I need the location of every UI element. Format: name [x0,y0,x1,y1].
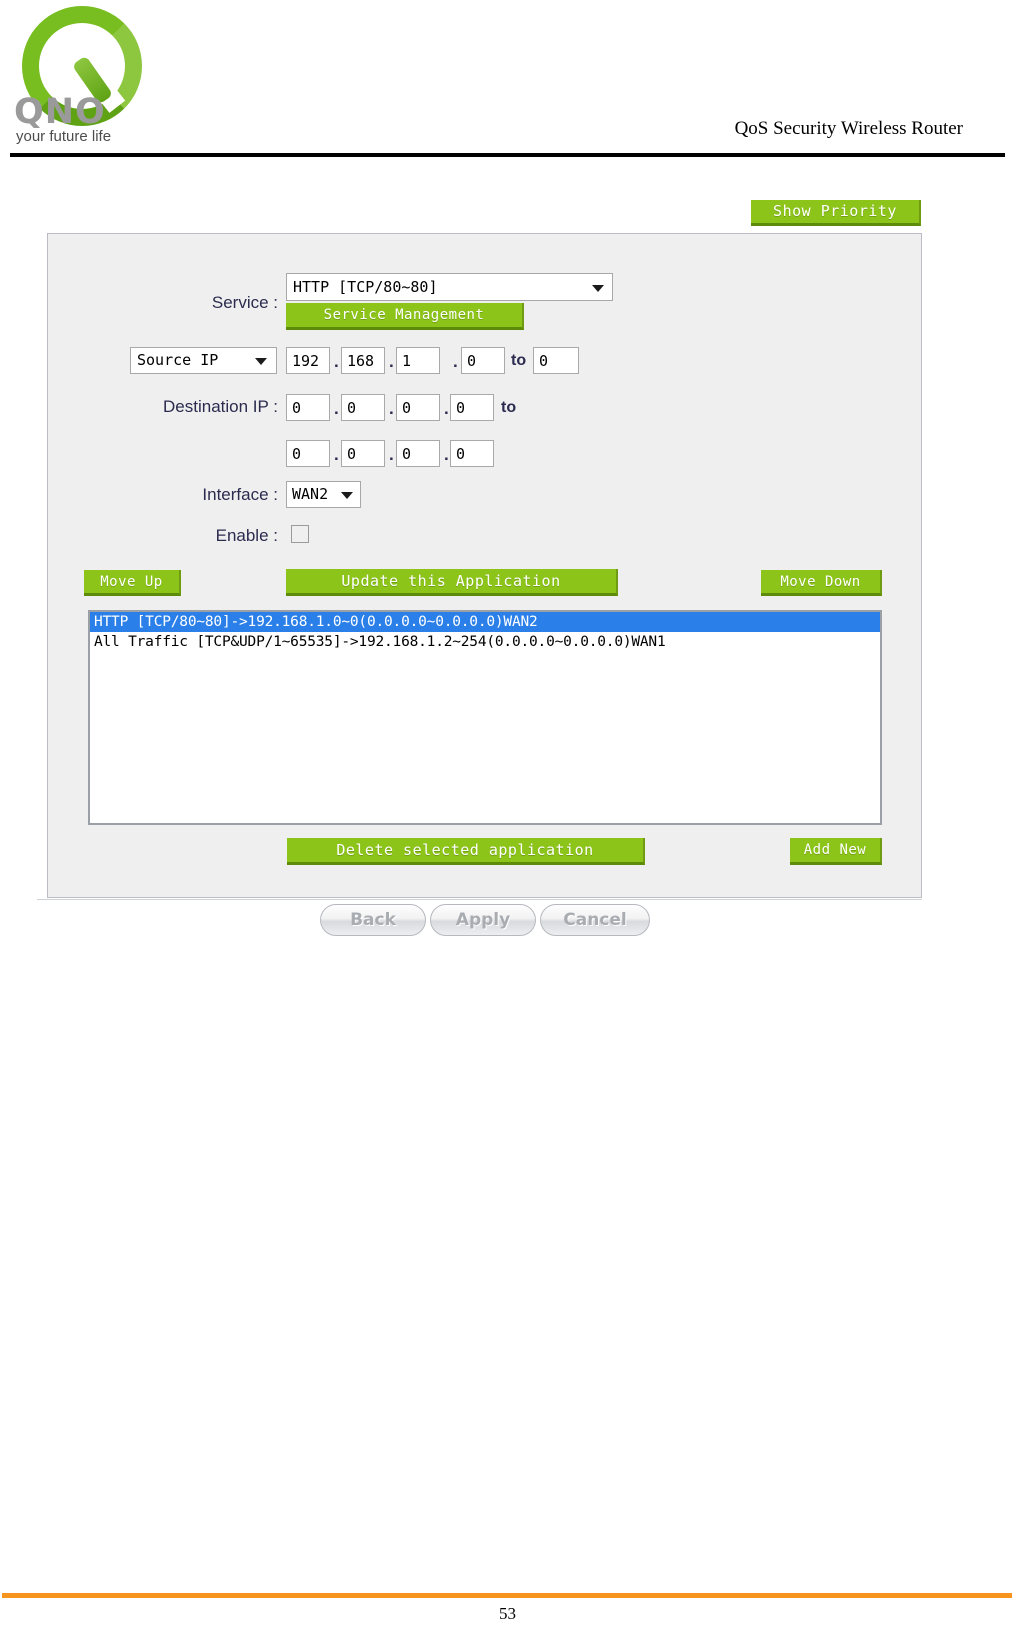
move-down-button[interactable]: Move Down [761,570,882,596]
cancel-button[interactable]: Cancel [540,904,650,936]
source-ip-type-select[interactable]: Source IP [130,347,277,374]
destination-ip-end-octet-4[interactable] [450,440,494,467]
footer-divider [2,1593,1012,1598]
source-ip-octet-3[interactable] [396,347,440,374]
application-rule-list[interactable]: HTTP [TCP/80~80]->192.168.1.0~0(0.0.0.0~… [88,610,882,825]
ip-separator: . [453,352,458,371]
ip-separator: . [334,352,339,371]
add-new-button[interactable]: Add New [790,838,882,865]
destination-ip-end-octet-3[interactable] [396,440,440,467]
update-application-button[interactable]: Update this Application [286,569,618,596]
chevron-down-icon [341,492,353,499]
source-ip-octet-2[interactable] [341,347,385,374]
source-ip-to-label: to [511,352,527,369]
chevron-down-icon [255,358,267,365]
ip-separator: . [444,445,449,464]
ip-separator: . [389,352,394,371]
move-up-button[interactable]: Move Up [84,570,181,596]
enable-checkbox[interactable] [291,525,309,543]
logo-wordmark: QNO [14,92,106,132]
interface-label: Interface : [202,485,278,504]
destination-ip-start-octet-4[interactable] [450,394,494,421]
header-divider [10,153,1005,157]
destination-ip-start-octet-3[interactable] [396,394,440,421]
page-header: QNO your future life QoS Security Wirele… [0,0,1015,160]
back-button[interactable]: Back [320,904,426,936]
source-ip-range-end[interactable] [533,347,579,374]
interface-select-value: WAN2 [292,485,329,503]
ip-separator: . [334,445,339,464]
ip-separator: . [444,399,449,418]
destination-ip-start-octet-2[interactable] [341,394,385,421]
chevron-down-icon [592,285,604,292]
ip-separator: . [389,399,394,418]
delete-selected-application-button[interactable]: Delete selected application [287,838,645,865]
destination-ip-end-octet-2[interactable] [341,440,385,467]
destination-ip-end-octet-1[interactable] [286,440,330,467]
service-select-value: HTTP [TCP/80~80] [293,278,438,296]
ip-separator: . [334,399,339,418]
service-label: Service : [211,293,278,312]
page-title: QoS Security Wireless Router [734,118,963,139]
logo-tagline: your future life [16,128,112,145]
source-ip-octet-4[interactable] [461,347,505,374]
service-select[interactable]: HTTP [TCP/80~80] [286,273,613,301]
apply-button[interactable]: Apply [430,904,536,936]
destination-ip-label: Destination IP : [163,397,278,416]
enable-label: Enable : [215,526,278,545]
source-ip-type-value: Source IP [137,351,219,369]
destination-ip-start-octet-1[interactable] [286,394,330,421]
interface-select[interactable]: WAN2 [286,481,361,508]
service-management-button[interactable]: Service Management [286,303,524,330]
ip-separator: . [389,445,394,464]
show-priority-button[interactable]: Show Priority [751,200,921,226]
page-number: 53 [499,1604,516,1623]
qno-logo: QNO your future life [8,4,193,145]
source-ip-octet-1[interactable] [286,347,330,374]
list-item[interactable]: All Traffic [TCP&UDP/1~65535]->192.168.1… [90,632,880,652]
destination-ip-to-label: to [501,399,517,416]
list-item[interactable]: HTTP [TCP/80~80]->192.168.1.0~0(0.0.0.0~… [90,612,880,632]
